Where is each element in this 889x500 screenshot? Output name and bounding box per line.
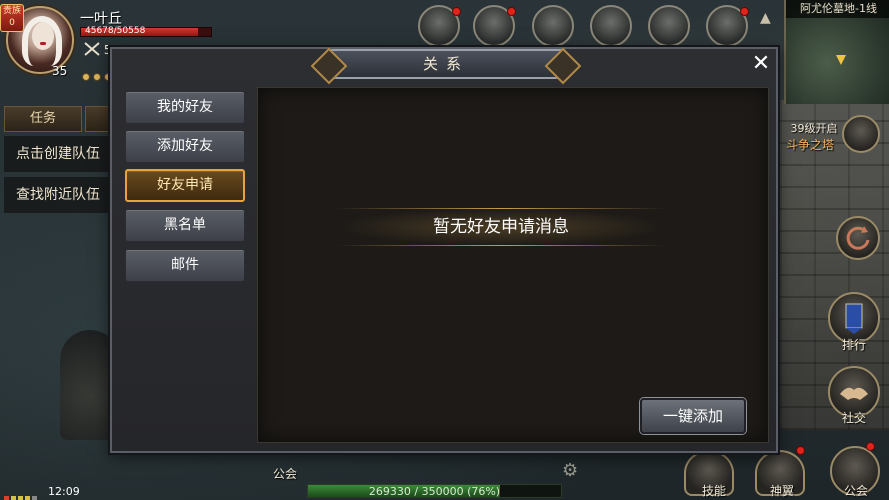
tower-name: 斗争之塔 — [785, 138, 834, 152]
battery-icon — [4, 489, 44, 500]
notification-dot — [452, 7, 461, 16]
guild-label[interactable]: 公会 — [270, 465, 300, 482]
divider — [336, 245, 666, 246]
tower-button[interactable] — [842, 115, 880, 153]
buff-dot — [82, 73, 90, 81]
hp-bar: 45678/50558 — [80, 26, 212, 37]
top-menu-icon-shield[interactable] — [473, 5, 516, 47]
menu-add-friend[interactable]: 添加好友 — [125, 130, 245, 163]
minimap[interactable]: 阿尤伦墓地-1线 — [784, 0, 889, 104]
player-level: 35 — [52, 64, 68, 78]
avatar-lips — [40, 42, 46, 45]
refresh-button[interactable] — [836, 216, 880, 260]
relationship-dialog: 关系 ✕ 我的好友 添加好友 好友申请 黑名单 邮件 暂无好友申请消息 一键添加 — [110, 47, 778, 453]
skill-label: 技能 — [701, 484, 726, 498]
vip-label: 贵族 — [2, 6, 21, 16]
player-name: 一叶丘 — [80, 11, 122, 27]
empty-state: 暂无好友申请消息 — [336, 208, 666, 246]
tab-task[interactable]: 任务 — [4, 106, 82, 132]
exp-bar: 269330 / 350000 (76%) — [307, 484, 562, 498]
dialog-title-plate: 关系 — [328, 49, 564, 79]
vip-level: 0 — [9, 18, 15, 28]
player-position-icon — [836, 55, 846, 65]
empty-message: 暂无好友申请消息 — [433, 217, 569, 237]
top-menu-icon-shop[interactable] — [590, 5, 632, 47]
vip-badge[interactable]: 贵族 0 — [0, 4, 24, 32]
menu-blacklist[interactable]: 黑名单 — [125, 209, 245, 242]
menu-mail[interactable]: 邮件 — [125, 249, 245, 282]
find-team-button[interactable]: 查找附近队伍 — [4, 177, 112, 213]
dialog-title: 关系 — [422, 55, 469, 73]
top-menu-icon-scales[interactable] — [532, 5, 574, 47]
close-button[interactable]: ✕ — [748, 51, 774, 77]
buff-dot — [93, 73, 101, 81]
minimap-location: 阿尤伦墓地-1线 — [786, 0, 889, 18]
notification-dot — [507, 7, 516, 16]
gear-icon[interactable]: ⚙ — [562, 460, 578, 481]
up-arrow-icon[interactable]: ▲ — [760, 10, 771, 26]
menu-my-friends[interactable]: 我的好友 — [125, 91, 245, 124]
tower-unlock-text: 39级开启 — [790, 122, 838, 135]
social-label: 社交 — [841, 411, 866, 425]
hp-text: 45678/50558 — [85, 26, 146, 36]
refresh-icon — [846, 226, 870, 250]
close-icon: ✕ — [751, 51, 771, 76]
friend-request-list: 暂无好友申请消息 一键添加 — [257, 87, 769, 443]
notification-dot — [866, 442, 875, 451]
create-team-button[interactable]: 点击创建队伍 — [4, 136, 112, 172]
top-menu-icon-gem[interactable] — [648, 5, 690, 47]
add-all-button[interactable]: 一键添加 — [640, 398, 746, 434]
guild-label-right: 公会 — [843, 484, 868, 498]
notification-dot — [740, 7, 749, 16]
top-menu-icon-trophy[interactable] — [418, 5, 461, 47]
banner-icon — [845, 303, 863, 334]
wings-label: 神翼 — [769, 484, 794, 498]
exp-text: 269330 / 350000 (76%) — [368, 485, 501, 498]
ranking-label: 排行 — [841, 338, 866, 352]
top-menu-icon-bag[interactable] — [706, 5, 749, 47]
clock: 12:09 — [48, 485, 80, 498]
swords-icon — [84, 42, 100, 56]
notification-dot — [796, 446, 805, 455]
avatar-face — [32, 22, 54, 50]
menu-friend-requests[interactable]: 好友申请 — [125, 169, 245, 202]
